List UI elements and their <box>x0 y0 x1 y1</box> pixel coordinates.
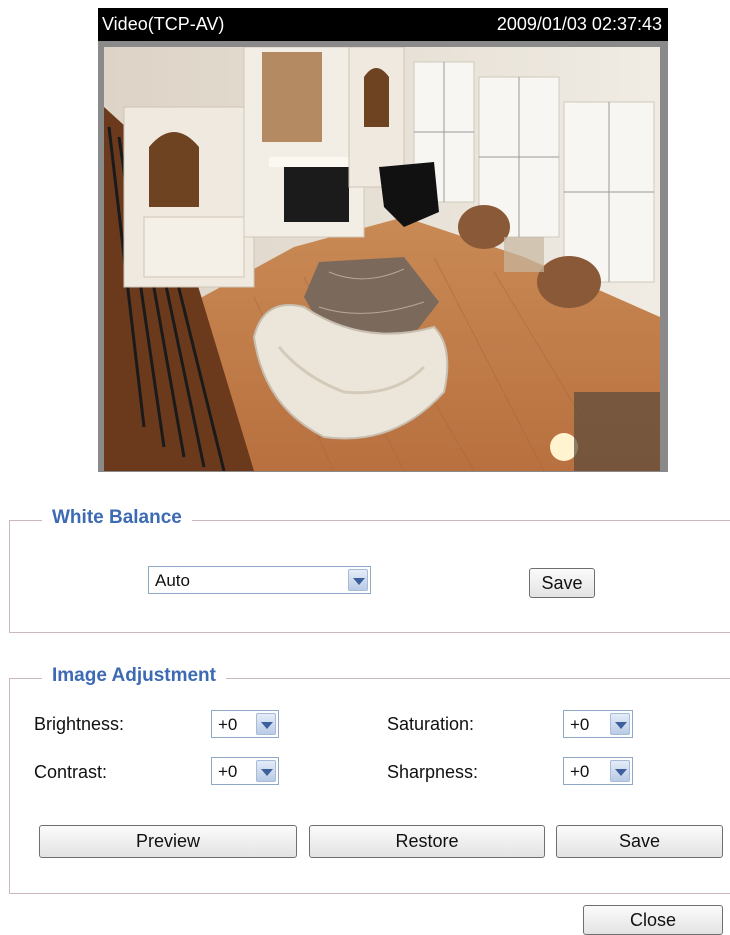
restore-button[interactable]: Restore <box>309 825 545 858</box>
chevron-down-icon[interactable] <box>348 569 368 591</box>
image-adjustment-group: Image Adjustment Brightness: +0 Saturati… <box>9 665 730 894</box>
brightness-value: +0 <box>218 715 238 734</box>
chevron-down-icon[interactable] <box>610 713 630 735</box>
contrast-select[interactable]: +0 <box>211 757 279 785</box>
sharpness-label: Sharpness: <box>387 762 479 782</box>
contrast-value: +0 <box>218 762 238 781</box>
chevron-down-icon[interactable] <box>256 713 276 735</box>
white-balance-select[interactable]: Auto <box>148 566 371 594</box>
contrast-label: Contrast: <box>34 762 108 782</box>
camera-image <box>104 47 660 471</box>
white-balance-group: White Balance Auto Save <box>9 507 730 633</box>
live-video-view <box>98 41 668 472</box>
image-adjustment-save-button[interactable]: Save <box>556 825 723 858</box>
video-title-bar: Video(TCP-AV) 2009/01/03 02:37:43 <box>98 8 668 41</box>
white-balance-legend: White Balance <box>42 507 192 529</box>
sharpness-value: +0 <box>570 762 590 781</box>
white-balance-save-button[interactable]: Save <box>529 568 595 598</box>
saturation-value: +0 <box>570 715 590 734</box>
image-adjustment-legend: Image Adjustment <box>42 665 226 687</box>
brightness-select[interactable]: +0 <box>211 710 279 738</box>
chevron-down-icon[interactable] <box>610 760 630 782</box>
close-button[interactable]: Close <box>583 905 723 935</box>
brightness-label: Brightness: <box>34 714 125 734</box>
preview-button[interactable]: Preview <box>39 825 297 858</box>
white-balance-value: Auto <box>155 571 190 590</box>
chevron-down-icon[interactable] <box>256 760 276 782</box>
saturation-label: Saturation: <box>387 714 475 734</box>
video-stream-title: Video(TCP-AV) <box>102 14 225 34</box>
sharpness-select[interactable]: +0 <box>563 757 633 785</box>
saturation-select[interactable]: +0 <box>563 710 633 738</box>
video-timestamp: 2009/01/03 02:37:43 <box>496 14 662 34</box>
